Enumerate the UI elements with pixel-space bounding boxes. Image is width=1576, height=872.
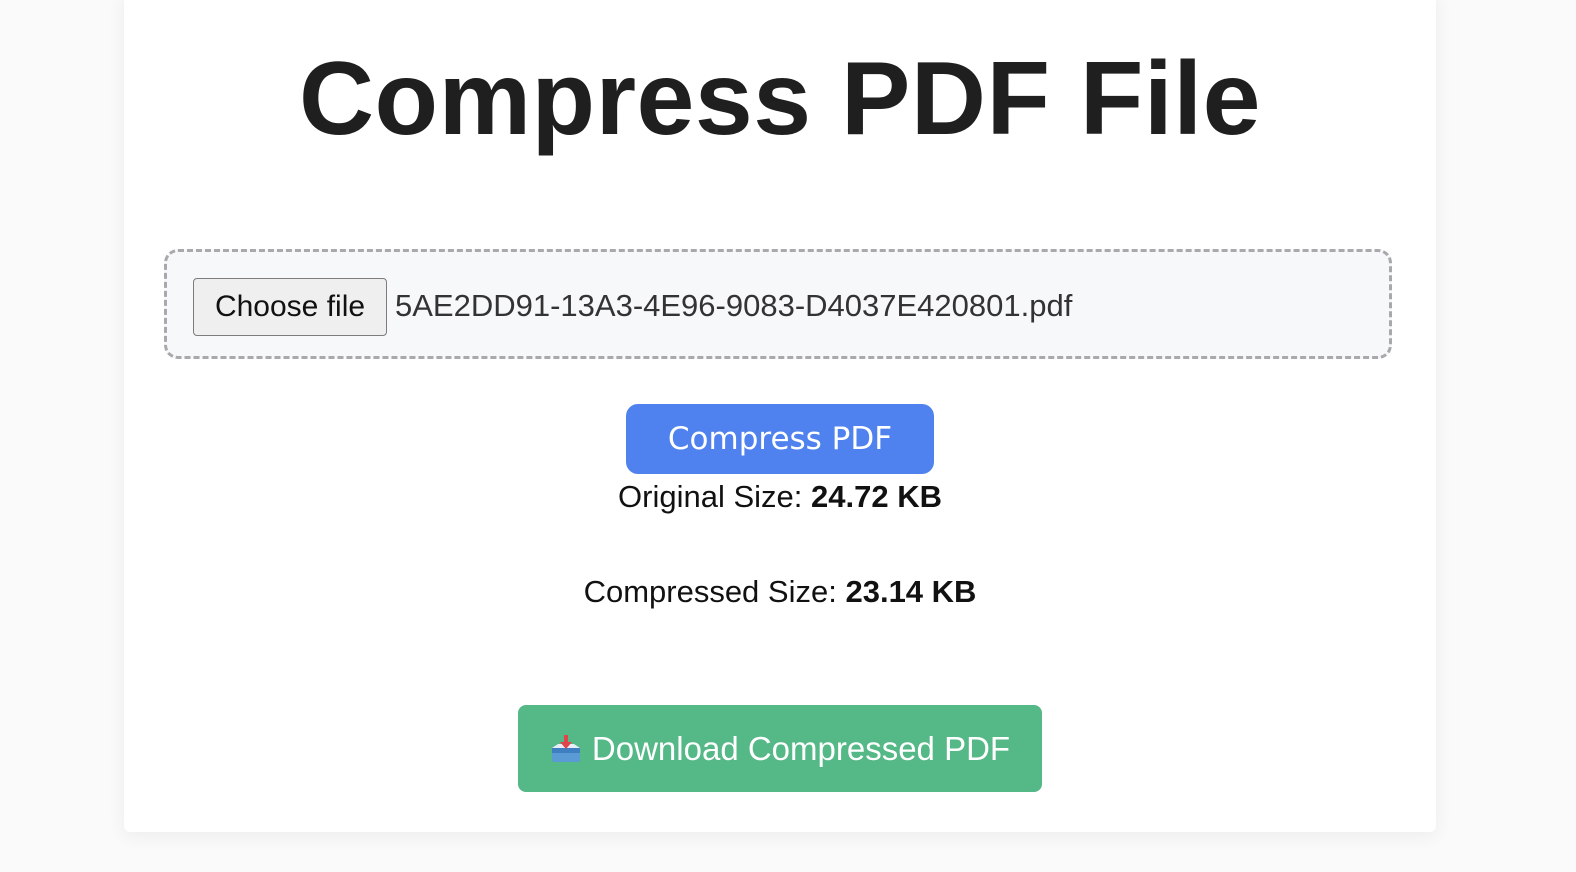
compress-pdf-button[interactable]: Compress PDF xyxy=(626,404,934,474)
download-compressed-button[interactable]: Download Compressed PDF xyxy=(518,705,1042,792)
original-size-label: Original Size: xyxy=(618,479,803,514)
page-title: Compress PDF File xyxy=(298,41,1262,157)
file-dropzone[interactable]: Choose file 5AE2DD91-13A3-4E96-9083-D403… xyxy=(164,249,1392,359)
selected-file-name: 5AE2DD91-13A3-4E96-9083-D4037E420801.pdf xyxy=(395,288,1073,323)
original-size-line: Original Size: 24.72 KB xyxy=(0,479,1560,515)
choose-file-button[interactable]: Choose file xyxy=(193,278,387,336)
download-button-label: Download Compressed PDF xyxy=(591,729,1011,767)
compressed-size-line: Compressed Size: 23.14 KB xyxy=(0,574,1560,610)
compressed-size-value: 23.14 KB xyxy=(845,574,977,609)
original-size-value: 24.72 KB xyxy=(811,479,942,514)
inbox-tray-icon xyxy=(550,734,582,764)
compressed-size-label: Compressed Size: xyxy=(583,574,837,609)
page: Compress PDF File Choose file 5AE2DD91-1… xyxy=(0,0,1576,872)
